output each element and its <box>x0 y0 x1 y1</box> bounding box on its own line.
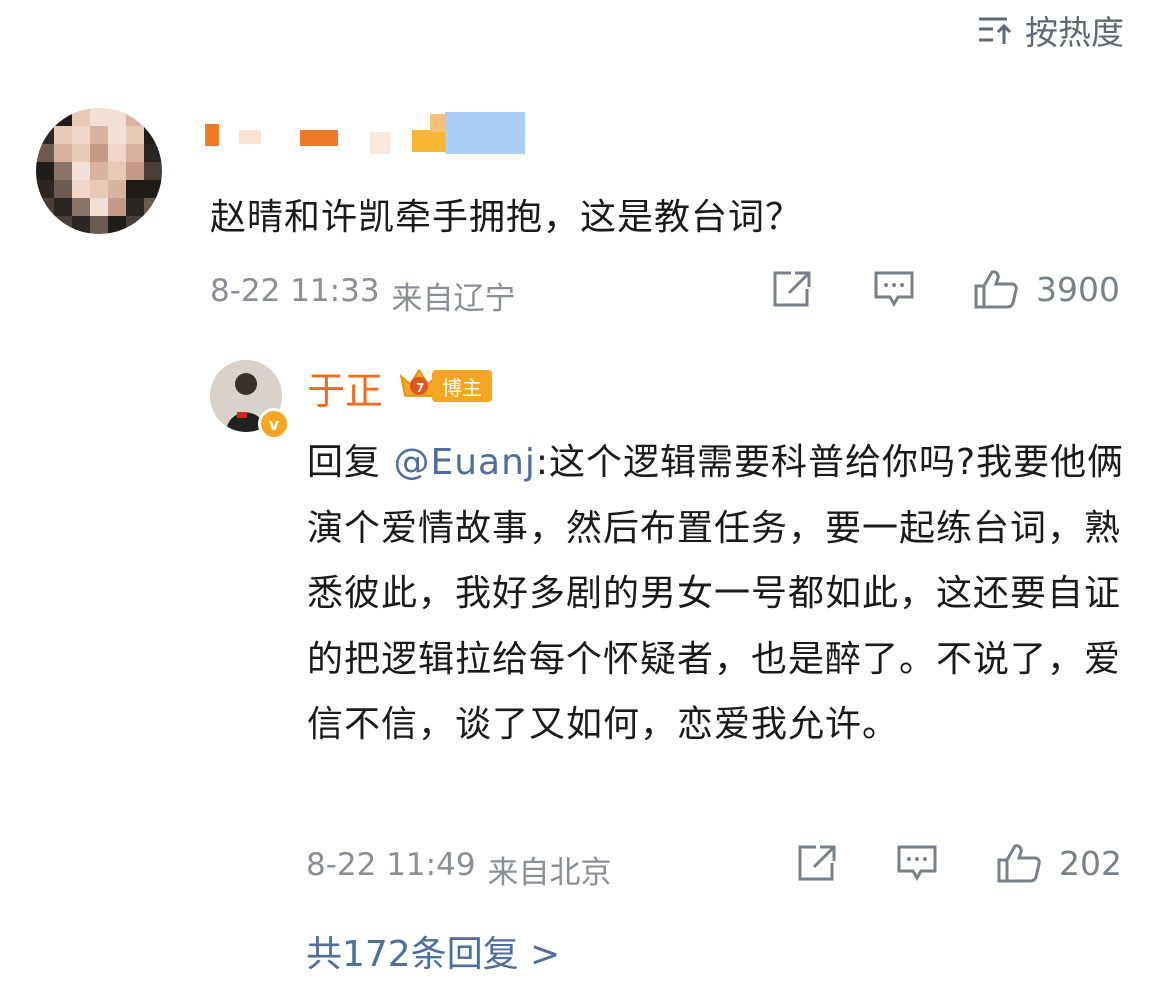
blogger-tag: 博主 <box>432 370 492 402</box>
reply-content: :这个逻辑需要科普给你吗?我要他俩演个爱情故事，然后布置任务，要一起练台词，熟悉… <box>307 442 1125 745</box>
sort-by-hot-button[interactable]: 按热度 <box>977 6 1124 54</box>
comment-meta: 8-22 11:33 来自辽宁 <box>210 273 516 318</box>
comment-time: 8-22 11:33 <box>210 273 380 309</box>
mention-link[interactable]: @Euanj <box>393 442 535 483</box>
comment-icon[interactable] <box>895 843 939 883</box>
comment-icon[interactable] <box>872 269 916 309</box>
verified-badge-icon: v <box>258 408 290 440</box>
sort-label: 按热度 <box>1025 13 1124 52</box>
like-count: 3900 <box>1036 269 1120 309</box>
share-icon[interactable] <box>770 269 814 309</box>
badge-level: 7 <box>416 381 425 395</box>
comment-location: 来自辽宁 <box>391 281 516 317</box>
reply-text: 回复 @Euanj:这个逻辑需要科普给你吗?我要他俩演个爱情故事，然后布置任务，… <box>307 430 1127 758</box>
like-icon[interactable] <box>972 268 1020 310</box>
reply-prefix: 回复 <box>307 442 394 483</box>
comment-text: 赵晴和许凯牵手拥抱，这是教台词？ <box>210 197 803 238</box>
like-icon[interactable] <box>995 842 1043 884</box>
share-icon[interactable] <box>795 843 839 883</box>
like-count: 202 <box>1059 843 1122 883</box>
reply-location: 来自北京 <box>487 855 612 891</box>
comment-actions: 3900 <box>770 268 1120 310</box>
reply-meta: 8-22 11:49 来自北京 <box>306 847 612 892</box>
reply-actions: 202 <box>795 842 1122 884</box>
reply-time: 8-22 11:49 <box>306 847 476 883</box>
more-replies-link[interactable]: 共172条回复 > <box>306 925 560 977</box>
commenter-name-obscured[interactable] <box>205 112 535 154</box>
reply-author-name[interactable]: 于正 <box>307 360 383 415</box>
sort-lines-icon <box>977 13 1015 47</box>
blogger-badge: 7 博主 <box>398 366 492 406</box>
commenter-avatar[interactable] <box>36 108 162 234</box>
